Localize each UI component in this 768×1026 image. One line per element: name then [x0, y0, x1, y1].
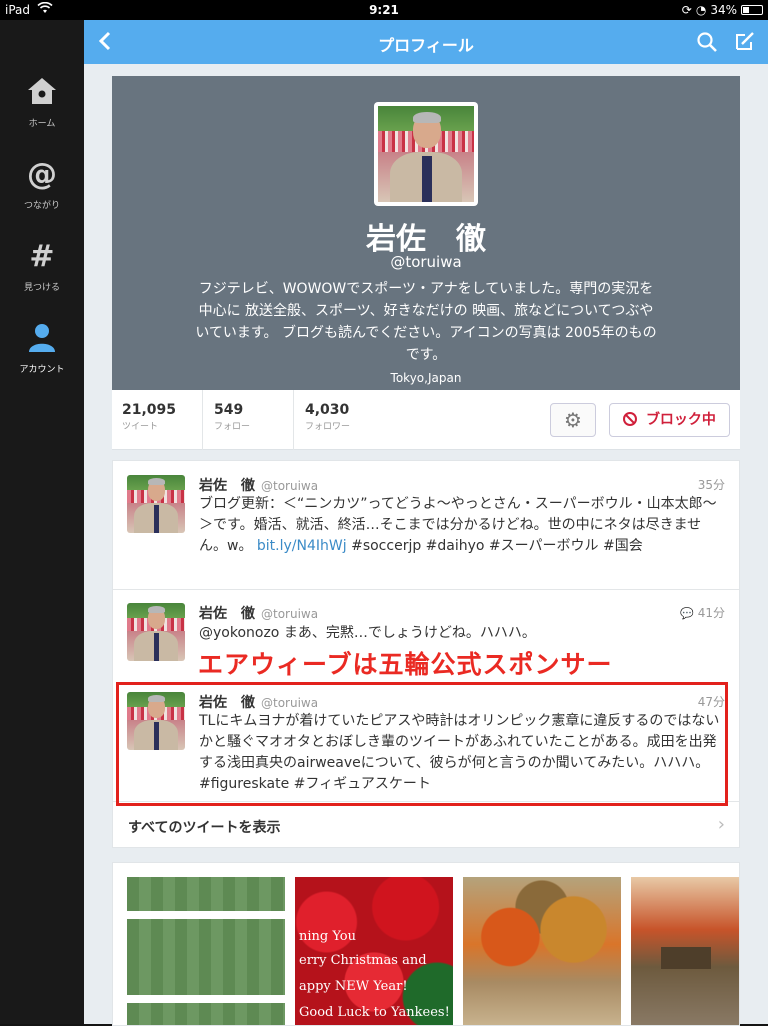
tweet-author: 岩佐 徹 @toruiwa — [199, 603, 318, 623]
alarm-icon: ◔ — [695, 3, 707, 17]
sidebar-item-account[interactable]: アカウント — [0, 322, 84, 375]
compose-icon[interactable] — [734, 30, 756, 56]
profile-name: 岩佐 徹 — [366, 222, 486, 257]
tweet-hashtags[interactable]: #soccerjp #daihyo #スーパーボウル #国会 — [351, 538, 643, 554]
tweet-avatar[interactable] — [127, 603, 185, 661]
stat-following-label: フォロー — [214, 422, 251, 432]
sidebar-item-label: ホーム — [28, 119, 56, 129]
sidebar-item-label: 見つける — [23, 283, 60, 293]
sidebar: ホーム @ つながり # 見つける アカウント — [0, 20, 84, 1024]
chevron-right-icon: › — [717, 814, 725, 835]
page-title: プロフィール — [378, 36, 474, 55]
sidebar-item-connect[interactable]: @ つながり — [0, 157, 84, 212]
reply-icon: 💬 — [680, 607, 694, 620]
tweet-item[interactable]: 岩佐 徹 @toruiwa 35分 ブログ更新：＜“ニンカツ”ってどうよ〜やっとさ… — [113, 461, 739, 589]
stat-following[interactable]: 549 フォロー — [214, 402, 250, 432]
search-icon[interactable] — [696, 31, 718, 57]
settings-button[interactable]: ⚙ — [550, 403, 596, 437]
tweet-time: 💬 41分 — [680, 604, 725, 621]
profile-header: 岩佐 徹 @toruiwa フジテレビ、WOWOWでスポーツ・アナをしていました… — [112, 76, 740, 390]
clock: 9:21 — [369, 3, 399, 17]
tweet-handle: @toruiwa — [261, 479, 319, 493]
sidebar-item-discover[interactable]: # 見つける — [0, 239, 84, 294]
media-thumb-autumn[interactable] — [463, 877, 621, 1025]
card-line: erry Christmas and — [299, 953, 427, 968]
block-icon — [623, 412, 638, 426]
gear-icon: ⚙ — [564, 408, 582, 432]
profile-panel: プロフィール 岩佐 徹 @toruiwa フジテレビ、WOWOWでスポーツ・アナ… — [84, 20, 768, 1026]
media-thumb-soccer[interactable] — [127, 877, 285, 1025]
profile-avatar — [374, 102, 478, 206]
tweet-text: @yokonozo まあ、完黙…でしょうけどね。ハハハ。 — [199, 625, 536, 641]
stat-tweets-count: 21,095 — [122, 402, 177, 418]
card-line: Good Luck to Yankees! — [299, 1005, 450, 1020]
profile-handle: @toruiwa — [390, 253, 462, 271]
tweet-author: 岩佐 徹 @toruiwa — [199, 475, 318, 495]
card-line: ning You — [299, 929, 357, 944]
tweet-name: 岩佐 徹 — [199, 478, 255, 494]
annotation-highlight-box — [116, 682, 728, 806]
annotation-caption: エアウィーブは五輪公式スポンサー — [198, 650, 613, 679]
sidebar-item-label: アカウント — [19, 365, 65, 375]
divider — [293, 390, 294, 450]
stat-followers-label: フォロワー — [305, 422, 351, 432]
sidebar-item-home[interactable]: ホーム — [0, 76, 84, 129]
battery-percent: 34% — [710, 3, 737, 17]
profile-bio: フジテレビ、WOWOWでスポーツ・アナをしていました。専門の実況を中心に 放送全… — [195, 281, 657, 363]
tweet-handle: @toruiwa — [261, 607, 319, 621]
media-thumb-temple[interactable] — [631, 877, 739, 1025]
sidebar-item-label: つながり — [23, 201, 60, 211]
rotation-lock-icon: ⟳ — [681, 3, 692, 17]
home-icon — [0, 76, 84, 110]
stats-bar: 21,095 ツイート 549 フォロー 4,030 フォロワー ⚙ ブロック中 — [112, 390, 740, 450]
tweet-text: ブログ更新：＜“ニンカツ”ってどうよ〜やっとさん・スーパーボウル・山本太郎〜＞で… — [199, 494, 727, 557]
profile-location: Tokyo,Japan — [390, 371, 462, 385]
battery-icon — [741, 5, 763, 15]
tweet-avatar[interactable] — [127, 475, 185, 533]
tweet-time-label: 41分 — [697, 606, 725, 620]
nav-bar: プロフィール — [84, 20, 768, 64]
card-line: appy NEW Year! — [299, 979, 408, 994]
tweet-time: 35分 — [697, 478, 725, 492]
stat-following-count: 549 — [214, 402, 244, 418]
show-all-tweets[interactable]: すべてのツイートを表示 › — [113, 801, 739, 848]
hash-icon: # — [29, 239, 55, 274]
media-thumb-christmas[interactable]: ning You erry Christmas and appy NEW Yea… — [295, 877, 453, 1025]
tweet-link[interactable]: bit.ly/N4IhWj — [257, 538, 347, 554]
stat-tweets-label: ツイート — [122, 422, 159, 432]
status-bar: iPad 9:21 ⟳ ◔ 34% — [0, 0, 768, 20]
media-gallery: ning You erry Christmas and appy NEW Yea… — [112, 862, 740, 1026]
person-icon — [0, 322, 84, 356]
tweet-name: 岩佐 徹 — [199, 606, 255, 622]
block-label: ブロック中 — [645, 412, 716, 428]
stat-followers-count: 4,030 — [305, 402, 350, 418]
stat-followers[interactable]: 4,030 フォロワー — [305, 402, 350, 432]
at-icon: @ — [27, 157, 57, 192]
stat-tweets[interactable]: 21,095 ツイート — [122, 402, 176, 432]
divider — [202, 390, 203, 450]
block-button[interactable]: ブロック中 — [609, 403, 730, 437]
show-all-label: すべてのツイートを表示 — [128, 820, 281, 836]
